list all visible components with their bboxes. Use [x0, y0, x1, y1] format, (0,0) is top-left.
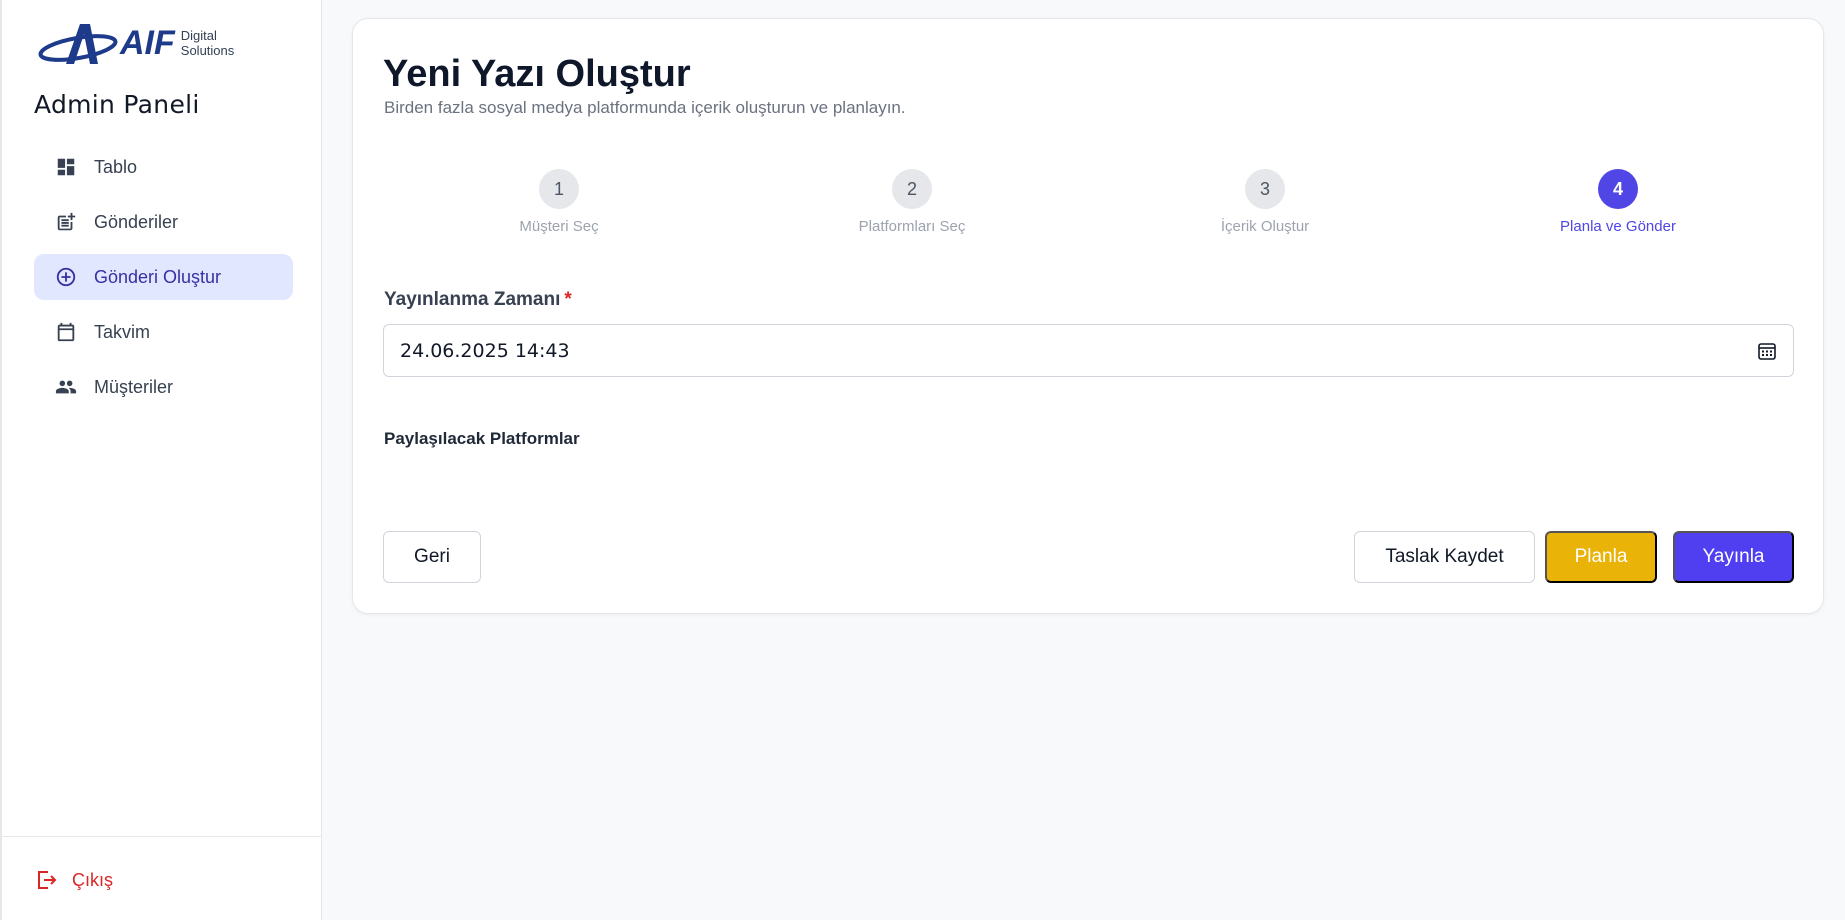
step-2[interactable]: 2 Platformları Seç	[822, 169, 1002, 235]
step-number: 1	[539, 169, 579, 209]
logo-text: AIF	[120, 23, 175, 62]
step-number: 2	[892, 169, 932, 209]
brand-logo[interactable]: AIF Digital Solutions	[38, 18, 234, 68]
step-label: Müşteri Seç	[519, 218, 599, 235]
step-1[interactable]: 1 Müşteri Seç	[469, 169, 649, 235]
back-button[interactable]: Geri	[383, 531, 481, 583]
save-draft-button[interactable]: Taslak Kaydet	[1354, 531, 1535, 583]
sidebar: AIF Digital Solutions Admin Paneli Tablo…	[0, 0, 322, 920]
calendar-picker-icon[interactable]	[1757, 341, 1777, 361]
publish-datetime-input[interactable]: 24.06.2025 14:43	[383, 324, 1794, 377]
stepper: 1 Müşteri Seç 2 Platformları Seç 3 İçeri…	[383, 169, 1795, 239]
publish-datetime-value: 24.06.2025 14:43	[400, 339, 570, 362]
plus-circle-icon	[54, 265, 78, 289]
post-add-icon	[54, 210, 78, 234]
dashboard-icon	[54, 155, 78, 179]
publish-time-label: Yayınlanma Zamanı *	[384, 289, 572, 311]
sidebar-item-label: Takvim	[94, 321, 151, 342]
logout-label: Çıkış	[72, 869, 114, 890]
people-icon	[54, 375, 78, 399]
step-label: Platformları Seç	[858, 218, 966, 235]
logout-button[interactable]: Çıkış	[34, 868, 113, 892]
panel-title: Admin Paneli	[34, 90, 200, 119]
schedule-button[interactable]: Planla	[1545, 531, 1657, 583]
step-3[interactable]: 3 İçerik Oluştur	[1175, 169, 1355, 235]
step-4[interactable]: 4 Planla ve Gönder	[1528, 169, 1708, 235]
logo-sub-line-1: Digital	[180, 28, 217, 43]
aif-logo-icon	[38, 24, 118, 64]
logo-sub-line-2: Solutions	[180, 43, 235, 58]
page-title: Yeni Yazı Oluştur	[383, 53, 691, 95]
platforms-label: Paylaşılacak Platformlar	[384, 429, 580, 448]
sidebar-item-gonderiler[interactable]: Gönderiler	[34, 199, 293, 245]
sidebar-item-label: Gönderi Oluştur	[94, 266, 222, 287]
required-mark: *	[564, 289, 572, 310]
sidebar-item-label: Tablo	[94, 156, 138, 177]
sidebar-item-tablo[interactable]: Tablo	[34, 144, 293, 190]
publish-time-label-text: Yayınlanma Zamanı	[384, 289, 561, 310]
sidebar-item-gonderi-olustur[interactable]: Gönderi Oluştur	[34, 254, 293, 300]
logout-icon	[34, 868, 58, 892]
sidebar-item-label: Müşteriler	[94, 376, 174, 397]
step-number: 4	[1598, 169, 1638, 209]
logo-subtitle: Digital Solutions	[181, 28, 234, 58]
create-post-card: Yeni Yazı Oluştur Birden fazla sosyal me…	[352, 18, 1824, 614]
sidebar-divider	[2, 836, 321, 837]
sidebar-item-musteriler[interactable]: Müşteriler	[34, 364, 293, 410]
sidebar-item-takvim[interactable]: Takvim	[34, 309, 293, 355]
step-number: 3	[1245, 169, 1285, 209]
calendar-icon	[54, 320, 78, 344]
step-label: Planla ve Gönder	[1560, 218, 1676, 235]
publish-button[interactable]: Yayınla	[1673, 531, 1794, 583]
sidebar-nav: Tablo Gönderiler Gönderi Oluştur Takvim …	[34, 144, 293, 419]
sidebar-item-label: Gönderiler	[94, 211, 179, 232]
page-subtitle: Birden fazla sosyal medya platformunda i…	[384, 98, 906, 117]
step-label: İçerik Oluştur	[1220, 218, 1310, 235]
